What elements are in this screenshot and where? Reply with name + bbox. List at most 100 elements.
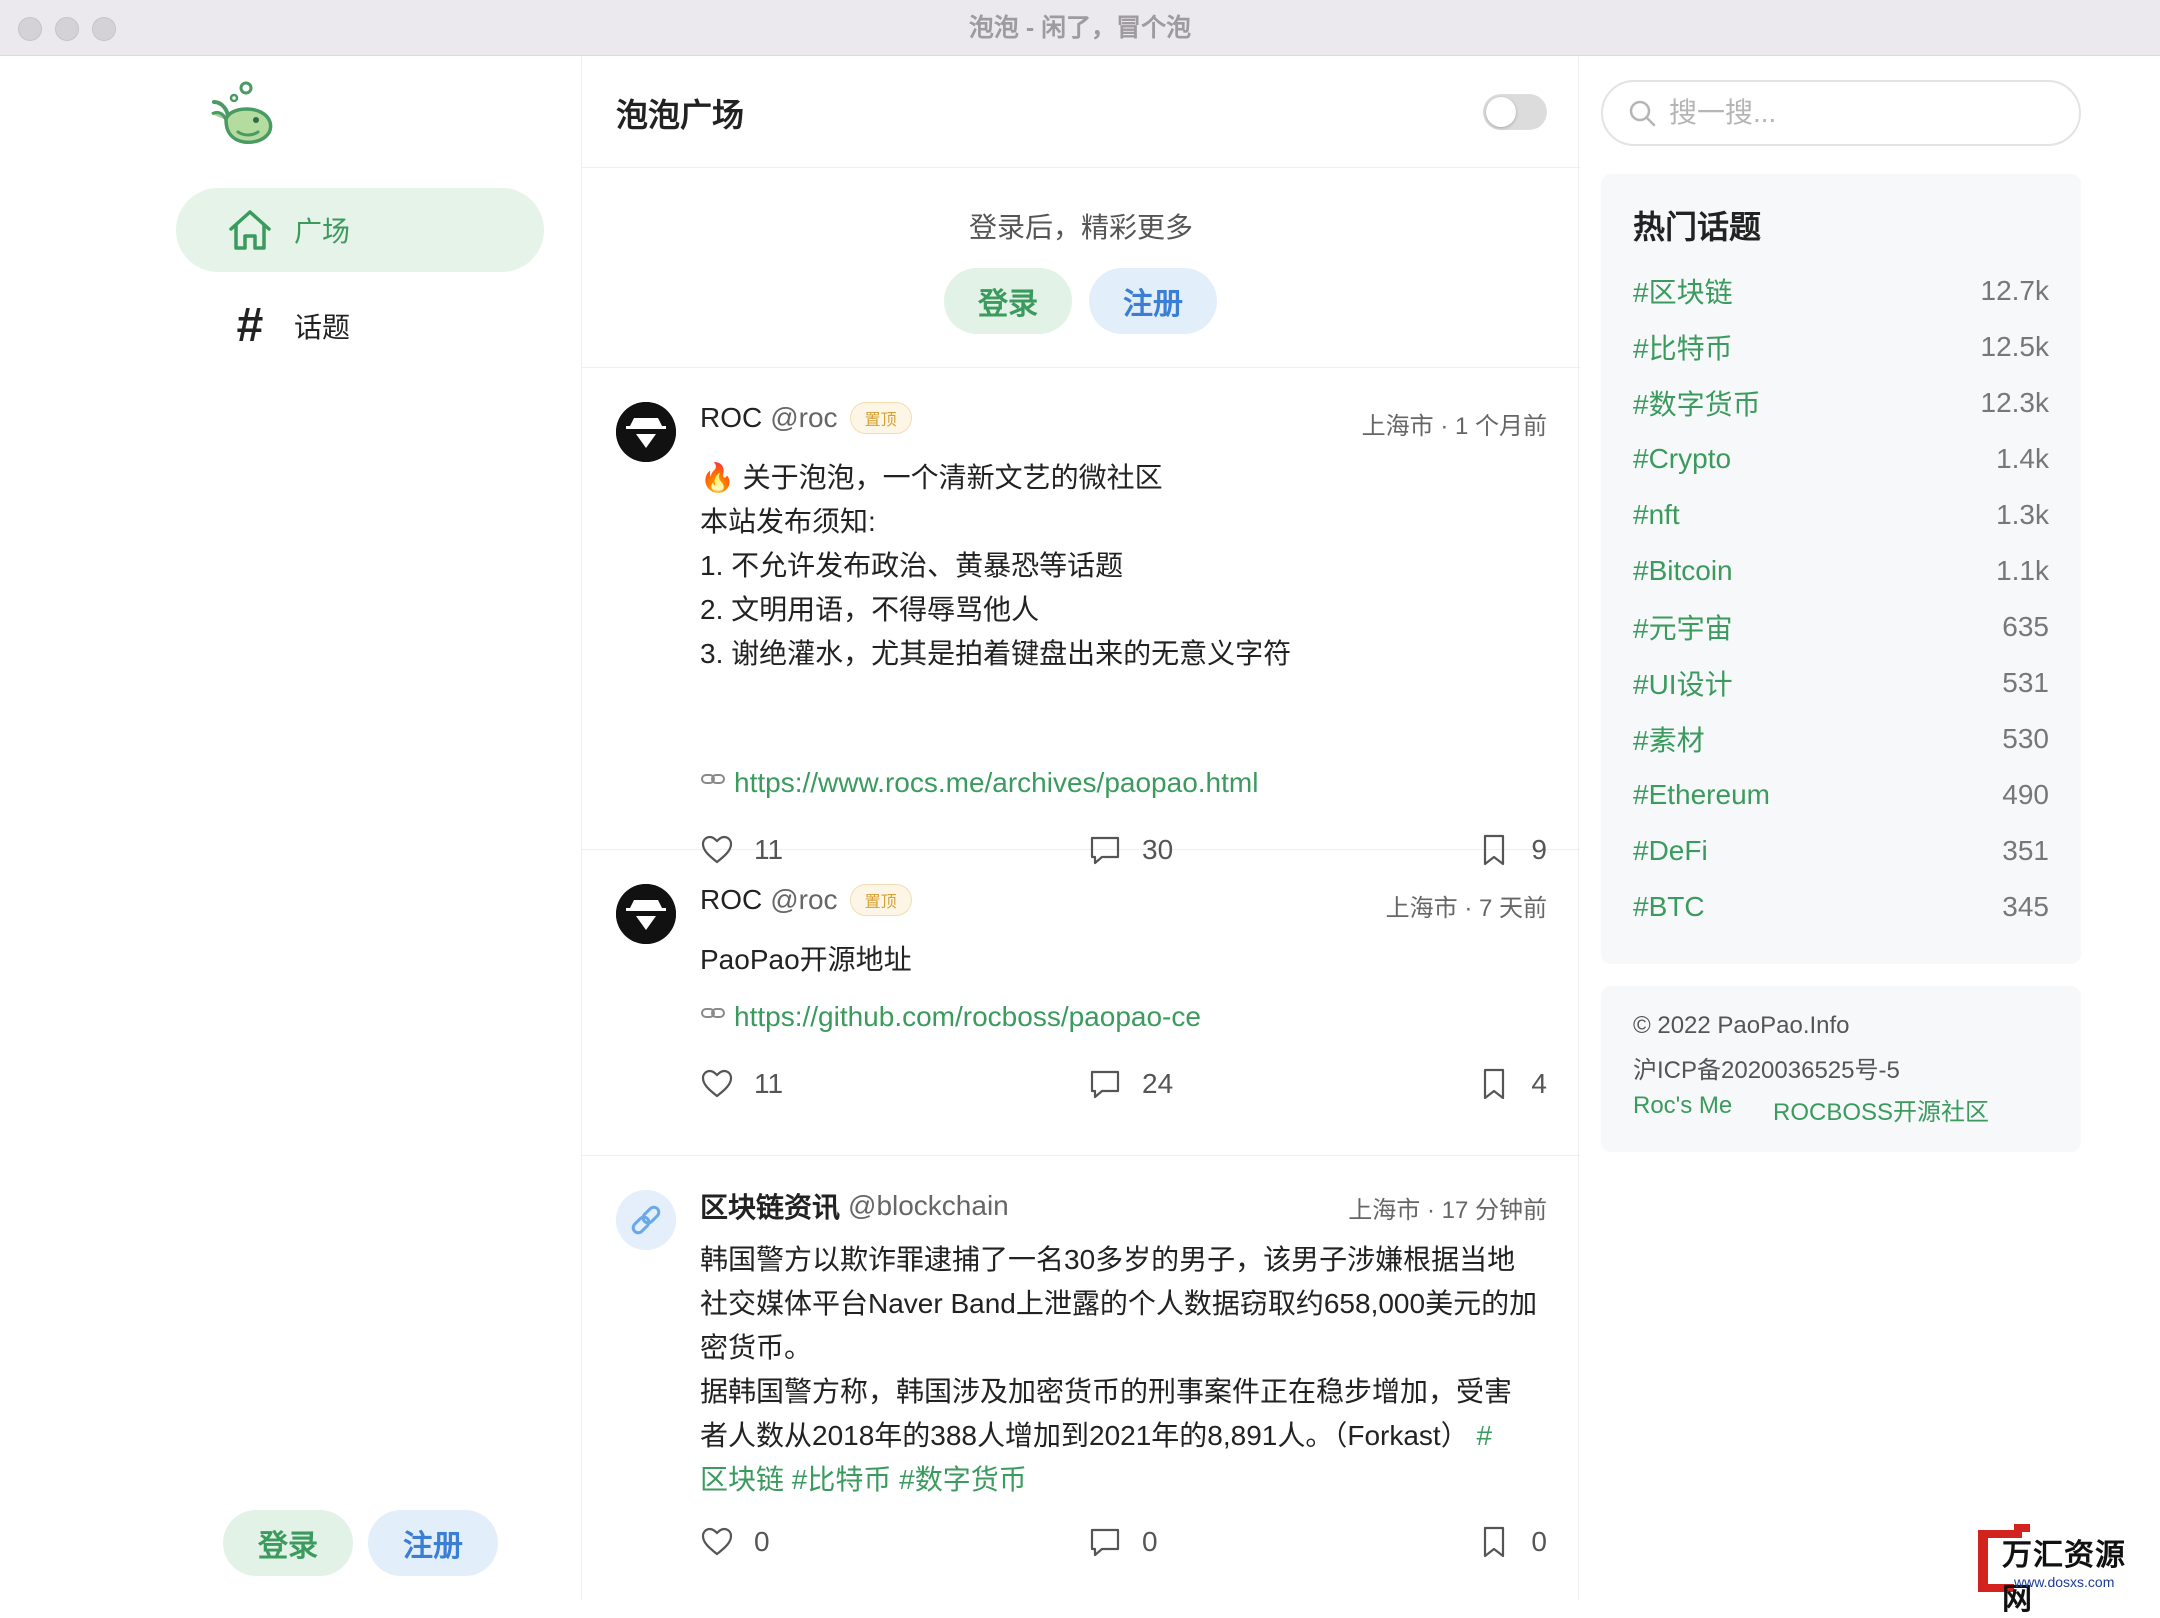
topic-item[interactable]: #比特币 12.5k (1633, 324, 2049, 370)
footer-link-rocs-me[interactable]: Roc's Me (1633, 1092, 1732, 1120)
like-button[interactable]: 11 (700, 1064, 783, 1104)
post-actions: 11 24 4 (700, 1064, 1547, 1104)
pinned-badge: 置顶 (849, 402, 912, 434)
post-content[interactable]: 🔥 关于泡泡，一个清新文艺的微社区 本站发布须知: 1. 不允许发布政治、黄暴恐… (700, 456, 1547, 676)
topic-name[interactable]: #比特币 (1633, 327, 1733, 367)
topic-name[interactable]: #Crypto (1633, 443, 1731, 475)
post-content[interactable]: 韩国警方以欺诈罪逮捕了一名30多岁的男子，该男子涉嫌根据当地 社交媒体平台Nav… (700, 1238, 1547, 1502)
sidebar-register-button[interactable]: 注册 (368, 1510, 498, 1576)
topic-name[interactable]: #Bitcoin (1633, 555, 1733, 587)
paopao-logo-icon[interactable] (208, 80, 278, 150)
search-input[interactable] (1669, 97, 2049, 129)
topic-name[interactable]: #数字货币 (1633, 383, 1761, 423)
feed-header: 泡泡广场 (582, 56, 1580, 168)
hashtag-links[interactable]: 区块链 #比特币 #数字货币 (700, 1458, 1547, 1502)
like-button[interactable]: 0 (700, 1522, 770, 1562)
watermark-url: www.dosxs.com (2014, 1574, 2115, 1590)
topic-name[interactable]: #DeFi (1633, 835, 1708, 867)
sidebar-item-topics[interactable]: # 话题 (176, 284, 544, 368)
search-box[interactable] (1601, 80, 2081, 146)
avatar[interactable] (616, 884, 676, 944)
login-prompt: 登录后，精彩更多 登录 注册 (582, 168, 1580, 368)
post-line: 本站发布须知: (700, 506, 876, 537)
post-line: 者人数从2018年的388人增加到2021年的8,891人。（Forkast） … (700, 1414, 1547, 1458)
post-link[interactable]: https://www.rocs.me/archives/paopao.html (700, 766, 1258, 799)
topic-name[interactable]: #元宇宙 (1633, 607, 1733, 647)
collect-button[interactable]: 4 (1477, 1064, 1547, 1104)
post-item[interactable]: ROC @roc 置顶 上海市 · 1 个月前 🔥 关于泡泡，一个清新文艺的微社… (582, 368, 1580, 866)
icp-text: 沪ICP备2020036525号-5 (1633, 1057, 1900, 1084)
post-line: 2. 文明用语，不得辱骂他人 (700, 594, 1040, 625)
topic-count: 351 (2002, 835, 2049, 866)
post-line: 密货币。 (700, 1332, 813, 1363)
link-icon (700, 1000, 726, 1033)
collect-count: 4 (1531, 1068, 1547, 1099)
post-actions: 0 0 0 (700, 1522, 1547, 1562)
home-icon (224, 204, 276, 256)
comment-button[interactable]: 24 (1088, 1064, 1173, 1104)
login-prompt-text: 登录后，精彩更多 (968, 212, 1193, 243)
post-line: 韩国警方以欺诈罪逮捕了一名30多岁的男子，该男子涉嫌根据当地 (700, 1244, 1516, 1275)
avatar[interactable] (616, 1190, 676, 1250)
comment-button[interactable]: 0 (1088, 1522, 1158, 1562)
topic-count: 1.3k (1996, 499, 2049, 530)
topic-count: 12.3k (1980, 387, 2050, 418)
main-feed: 泡泡广场 登录后，精彩更多 登录 注册 ROC @roc 置顶 上海市 · 1 … (581, 56, 1580, 1600)
post-item[interactable]: 区块链资讯 @blockchain 上海市 · 17 分钟前 韩国警方以欺诈罪逮… (582, 1156, 1580, 1600)
hashtag-link[interactable]: # (1477, 1420, 1493, 1451)
author-handle[interactable]: @blockchain (848, 1190, 1009, 1222)
author-name[interactable]: ROC (700, 402, 762, 434)
topic-name[interactable]: #Ethereum (1633, 779, 1770, 811)
topic-item[interactable]: #Crypto 1.4k (1633, 436, 2049, 482)
topic-item[interactable]: #区块链 12.7k (1633, 268, 2049, 314)
post-author: 区块链资讯 @blockchain (700, 1186, 1009, 1226)
topic-item[interactable]: #数字货币 12.3k (1633, 380, 2049, 426)
collect-button[interactable]: 0 (1477, 1522, 1547, 1562)
post-item[interactable]: ROC @roc 置顶 上海市 · 7 天前 PaoPao开源地址 https:… (582, 850, 1580, 1156)
topic-count: 531 (2002, 667, 2049, 698)
comment-count: 24 (1142, 1068, 1174, 1099)
hot-topics-title: 热门话题 (1633, 209, 1762, 245)
topic-item[interactable]: #Bitcoin 1.1k (1633, 548, 2049, 594)
post-link-text[interactable]: https://www.rocs.me/archives/paopao.html (734, 767, 1258, 799)
topic-item[interactable]: #BTC 345 (1633, 884, 2049, 930)
left-sidebar: 广场 # 话题 登录 注册 (0, 56, 581, 1600)
post-line: PaoPao开源地址 (700, 944, 912, 975)
post-line: 据韩国警方称，韩国涉及加密货币的刑事案件正在稳步增加，受害 (700, 1376, 1513, 1407)
window-title: 泡泡 - 闲了，冒个泡 (968, 14, 1192, 42)
post-link[interactable]: https://github.com/rocboss/paopao-ce (700, 1000, 1201, 1033)
pinned-badge: 置顶 (849, 884, 912, 916)
topic-item[interactable]: #元宇宙 635 (1633, 604, 2049, 650)
post-content[interactable]: PaoPao开源地址 (700, 938, 1547, 982)
post-line: 🔥 关于泡泡，一个清新文艺的微社区 (700, 462, 1163, 493)
topic-name[interactable]: #BTC (1633, 891, 1705, 923)
topic-item[interactable]: #Ethereum 490 (1633, 772, 2049, 818)
topic-count: 345 (2002, 891, 2049, 922)
author-handle[interactable]: @roc (770, 884, 837, 916)
register-button[interactable]: 注册 (1089, 268, 1217, 334)
author-handle[interactable]: @roc (770, 402, 837, 434)
comment-count: 0 (1142, 1526, 1158, 1557)
post-link-text[interactable]: https://github.com/rocboss/paopao-ce (734, 1001, 1201, 1033)
footer-link-rocboss[interactable]: ROCBOSS开源社区 (1773, 1092, 1989, 1127)
heart-icon (701, 1527, 733, 1556)
topic-name[interactable]: #区块链 (1633, 271, 1733, 311)
author-name[interactable]: ROC (700, 884, 762, 916)
sidebar-item-square[interactable]: 广场 (176, 188, 544, 272)
topic-item[interactable]: #UI设计 531 (1633, 660, 2049, 706)
sidebar-login-button[interactable]: 登录 (223, 1510, 353, 1576)
topic-item[interactable]: #素材 530 (1633, 716, 2049, 762)
sidebar-item-label: 广场 (294, 216, 351, 247)
topic-name[interactable]: #素材 (1633, 719, 1705, 759)
topic-item[interactable]: #DeFi 351 (1633, 828, 2049, 874)
author-name[interactable]: 区块链资讯 (700, 1186, 840, 1226)
theme-toggle[interactable] (1483, 94, 1547, 130)
post-author: ROC @roc 置顶 (700, 884, 912, 916)
post-meta: 上海市 · 7 天前 (1385, 895, 1547, 922)
topic-item[interactable]: #nft 1.3k (1633, 492, 2049, 538)
topic-name[interactable]: #nft (1633, 499, 1680, 531)
topic-name[interactable]: #UI设计 (1633, 663, 1733, 703)
site-footer: © 2022 PaoPao.Info 沪ICP备2020036525号-5 Ro… (1601, 986, 2081, 1152)
login-button[interactable]: 登录 (944, 268, 1072, 334)
avatar[interactable] (616, 402, 676, 462)
